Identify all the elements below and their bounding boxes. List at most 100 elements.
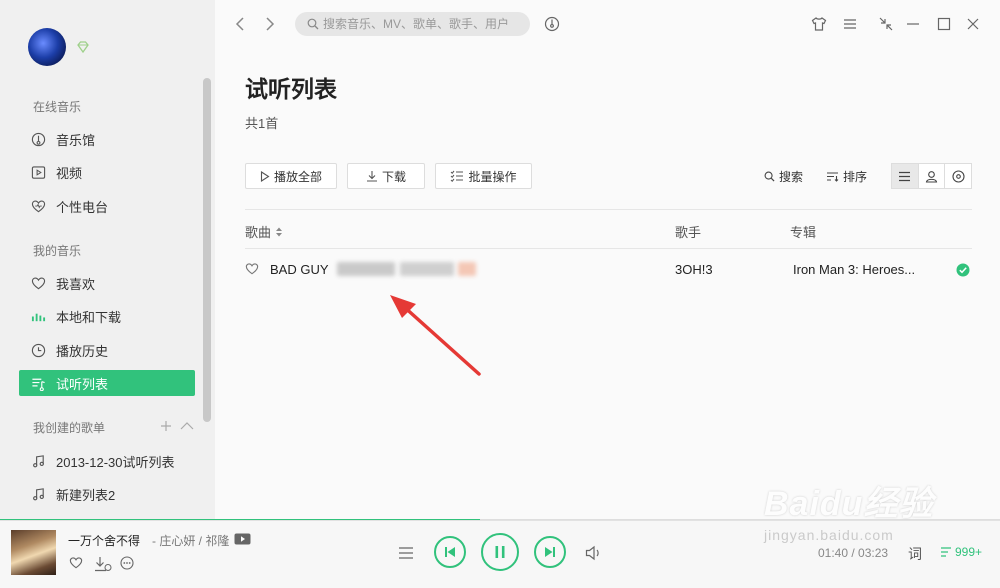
clock-icon	[30, 342, 46, 358]
now-playing-title[interactable]: 一万个舍不得	[68, 532, 140, 549]
download-label: 下载	[381, 169, 406, 184]
close-icon[interactable]	[964, 15, 982, 33]
playlist-section-actions	[160, 420, 194, 432]
like-heart-icon[interactable]	[69, 556, 83, 569]
download-button[interactable]: 下载	[347, 163, 425, 189]
sidebar-item-local-download[interactable]: 本地和下载	[19, 303, 195, 329]
artist-view-icon[interactable]	[919, 164, 946, 188]
song-title[interactable]: BAD GUY	[270, 262, 329, 277]
minimize-icon[interactable]	[904, 15, 922, 33]
sidebar-item-history[interactable]: 播放历史	[19, 337, 195, 363]
search-icon	[307, 18, 319, 30]
watermark-text: Baidu经验	[764, 485, 934, 523]
watermark-url: jingyan.baidu.com	[764, 527, 894, 543]
main-menu-icon[interactable]	[841, 15, 859, 33]
song-count: 共1首	[245, 116, 279, 131]
song-artist[interactable]: 3OH!3	[675, 262, 713, 277]
volume-icon[interactable]	[585, 545, 603, 561]
sidebar-scrollbar[interactable]	[203, 78, 211, 422]
music-hall-icon	[30, 131, 46, 147]
skin-tshirt-icon[interactable]	[810, 15, 828, 33]
list-search-label: 搜索	[779, 170, 804, 184]
sort-icon	[826, 171, 839, 182]
lyrics-button[interactable]: 词	[908, 544, 922, 564]
page-title: 试听列表	[245, 76, 337, 102]
now-playing-artist[interactable]: - 庄心妍 / 祁隆	[152, 532, 229, 549]
column-header-album: 专辑	[790, 225, 817, 240]
sidebar-item-label: 视频	[56, 165, 83, 181]
play-order-icon[interactable]	[398, 546, 414, 560]
sidebar-item-label: 2013-12-30试听列表	[56, 454, 175, 470]
more-options-icon[interactable]	[120, 556, 134, 570]
sidebar-playlist-item[interactable]: 2013-12-30试听列表	[19, 448, 195, 474]
list-search-button[interactable]: 搜索	[764, 168, 803, 185]
column-header-artist: 歌手	[675, 225, 702, 240]
sidebar-item-label: 新建列表2	[56, 487, 116, 503]
diamond-vip-icon[interactable]	[76, 40, 90, 54]
mv-video-icon[interactable]	[234, 533, 251, 545]
play-all-button[interactable]: 播放全部	[245, 163, 337, 189]
redacted-text	[458, 262, 476, 276]
heart-icon	[30, 275, 46, 291]
search-input[interactable]	[323, 17, 523, 31]
annotation-arrow	[390, 295, 481, 376]
sidebar-item-label: 我喜欢	[56, 276, 96, 292]
column-divider	[245, 248, 972, 249]
sidebar-item-label: 个性电台	[56, 199, 109, 215]
add-playlist-icon[interactable]	[160, 420, 172, 432]
music-note-icon	[30, 486, 46, 502]
sidebar-item-video[interactable]: 视频	[19, 159, 195, 185]
search-box[interactable]	[295, 12, 530, 36]
play-icon	[260, 170, 270, 182]
list-view-icon[interactable]	[892, 164, 919, 188]
section-title-created: 我创建的歌单	[33, 421, 106, 435]
sidebar-item-favorites[interactable]: 我喜欢	[19, 270, 195, 296]
sidebar: 在线音乐 音乐馆 视频 个性电台 我的音乐 我喜欢 本地和下载 播放历史 试听列…	[0, 0, 215, 520]
maximize-icon[interactable]	[935, 15, 953, 33]
batch-list-icon	[450, 170, 464, 182]
user-avatar[interactable]	[28, 28, 66, 66]
baidu-jingyan-watermark: Baidu经验 jingyan.baidu.com	[764, 476, 933, 543]
sidebar-item-label: 播放历史	[56, 343, 109, 359]
redacted-text	[400, 262, 454, 276]
sidebar-item-radio[interactable]: 个性电台	[19, 193, 195, 219]
pause-icon	[494, 545, 506, 559]
column-song-label: 歌曲	[245, 225, 272, 240]
download-quality-icon[interactable]	[94, 556, 112, 572]
sort-button[interactable]: 排序	[826, 168, 867, 185]
previous-track-icon	[444, 546, 456, 558]
back-arrow-icon[interactable]	[232, 15, 248, 33]
queue-list-icon	[940, 546, 952, 558]
sidebar-item-trial-list[interactable]: 试听列表	[19, 370, 195, 396]
playback-time: 01:40 / 03:23	[818, 546, 889, 560]
like-heart-icon[interactable]	[245, 262, 259, 275]
sort-updown-icon	[275, 226, 283, 238]
radio-heart-icon	[30, 198, 46, 214]
previous-button[interactable]	[434, 536, 466, 568]
topbar	[215, 0, 1000, 50]
song-album[interactable]: Iron Man 3: Heroes...	[793, 262, 915, 277]
downloaded-check-icon	[956, 263, 970, 277]
video-icon	[30, 164, 46, 180]
music-note-icon	[30, 453, 46, 469]
download-icon	[366, 170, 378, 182]
playlist-count-button[interactable]: 999+	[940, 545, 982, 559]
mini-mode-icon[interactable]	[877, 15, 895, 33]
playlist-icon	[30, 375, 46, 391]
section-title-mine: 我的音乐	[33, 244, 82, 258]
sidebar-item-label: 音乐馆	[56, 132, 96, 148]
sort-label: 排序	[843, 170, 868, 184]
listen-identify-icon[interactable]	[543, 15, 561, 33]
column-header-song[interactable]: 歌曲	[245, 222, 283, 241]
collapse-chevron-up-icon[interactable]	[180, 420, 194, 432]
album-cover[interactable]	[11, 530, 56, 575]
pause-button[interactable]	[481, 533, 519, 571]
sidebar-playlist-item[interactable]: 新建列表2	[19, 481, 195, 507]
forward-arrow-icon[interactable]	[262, 15, 278, 33]
next-button[interactable]	[534, 536, 566, 568]
album-view-icon[interactable]	[945, 164, 971, 188]
sidebar-item-music-hall[interactable]: 音乐馆	[19, 126, 195, 152]
batch-operation-label: 批量操作	[468, 169, 517, 184]
batch-operation-button[interactable]: 批量操作	[435, 163, 532, 189]
header-divider	[245, 209, 972, 210]
